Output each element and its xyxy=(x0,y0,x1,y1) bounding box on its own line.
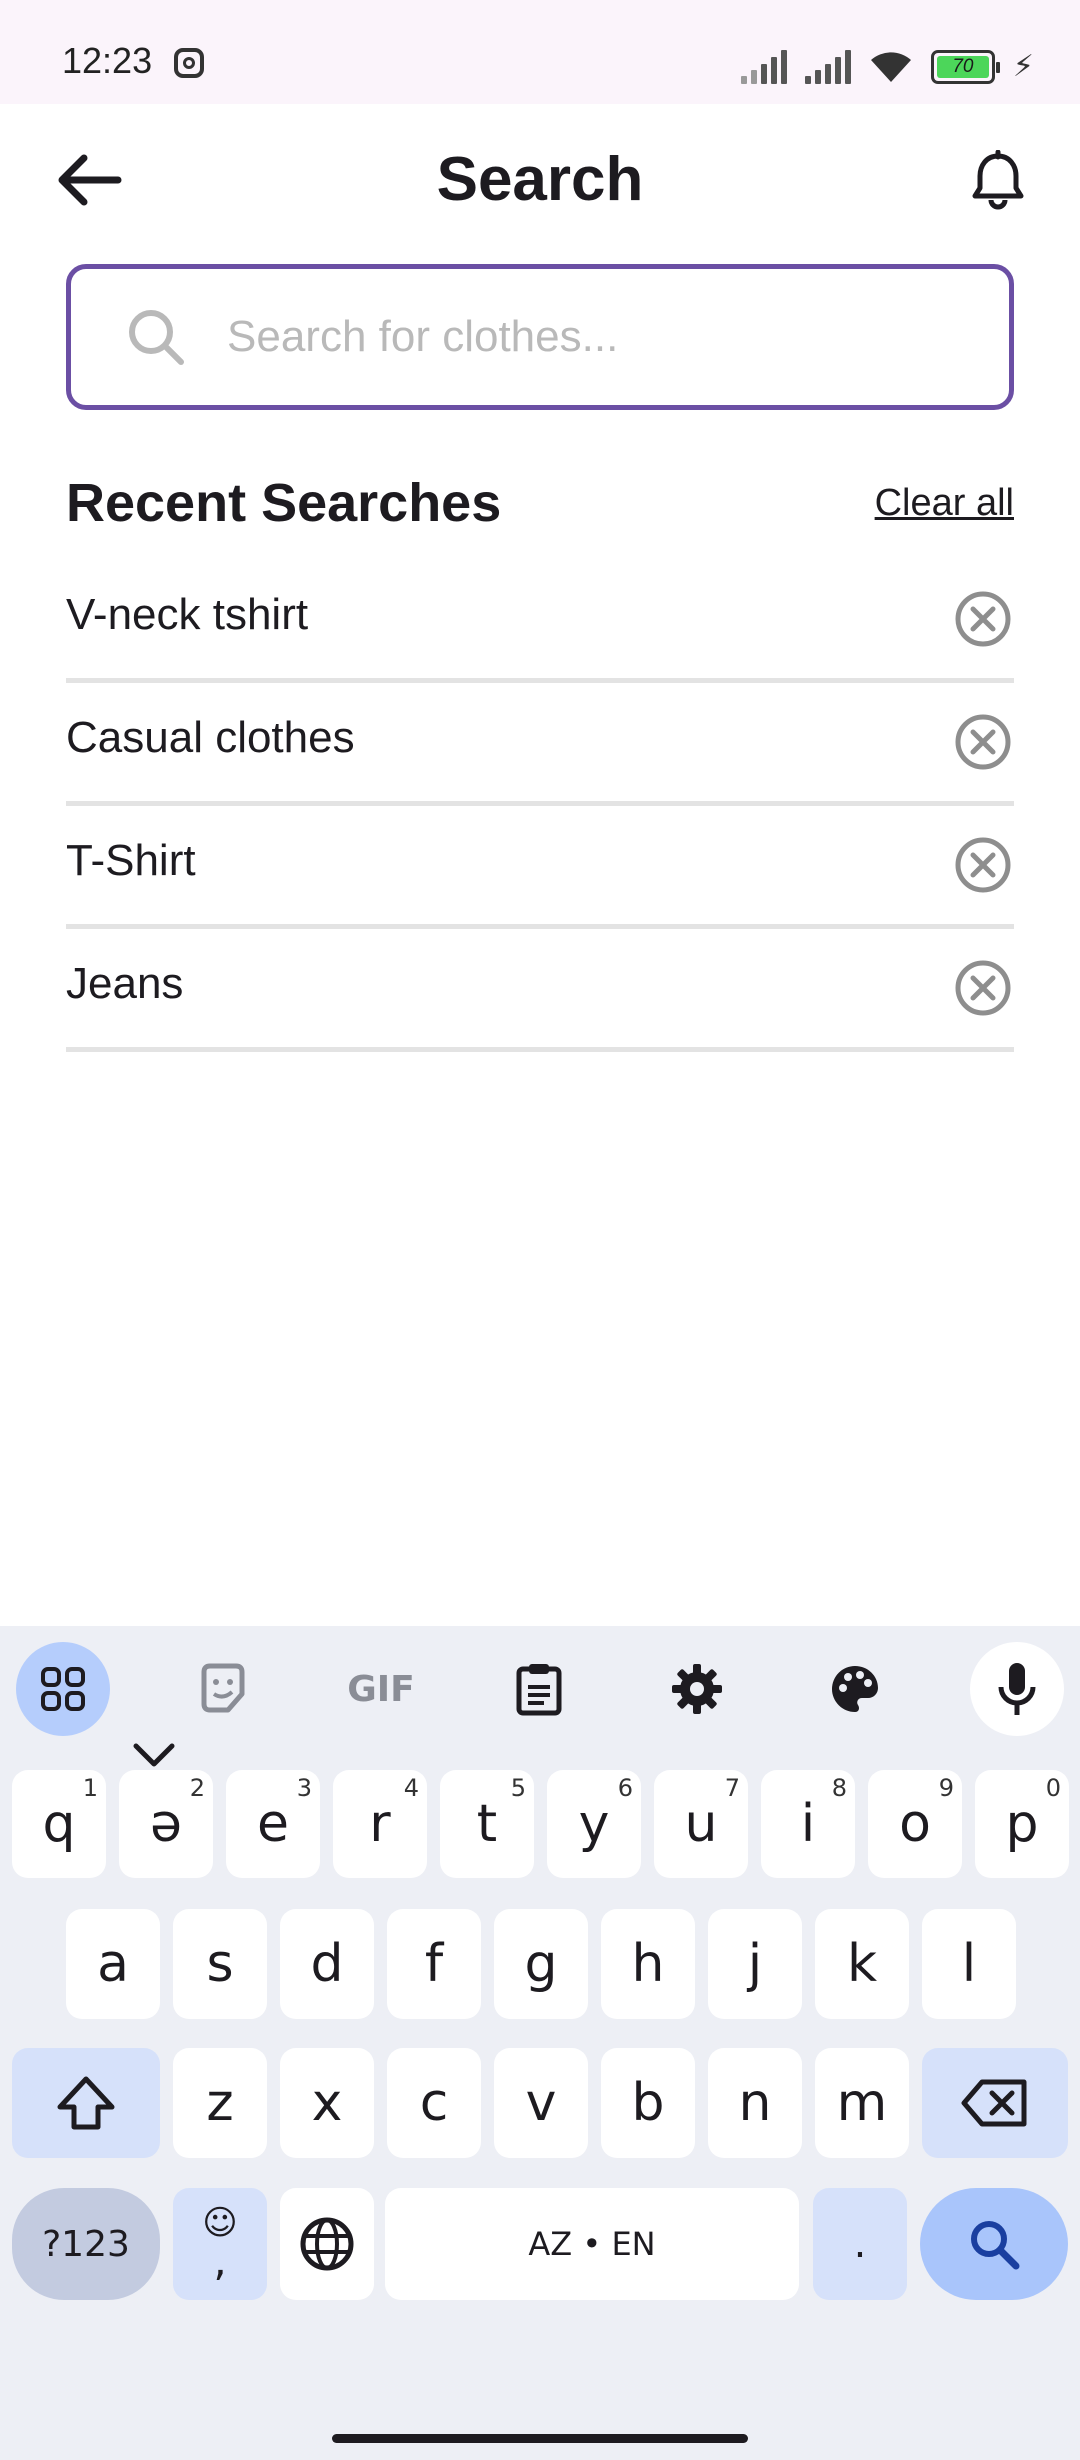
key-schwa[interactable]: ə2 xyxy=(119,1770,213,1878)
page-title: Search xyxy=(436,145,644,214)
palette-icon xyxy=(832,1666,878,1712)
theme-button[interactable] xyxy=(808,1642,902,1736)
sticker-icon xyxy=(201,1663,245,1713)
search-box[interactable] xyxy=(66,264,1014,410)
period-key[interactable]: . xyxy=(813,2188,907,2300)
wifi-icon xyxy=(870,52,911,82)
recent-search-label: Casual clothes xyxy=(66,713,355,762)
key-j[interactable]: j xyxy=(708,1909,802,2019)
backspace-icon xyxy=(961,2079,1027,2127)
navigation-gesture-handle[interactable] xyxy=(332,2434,748,2443)
status-bar: 12:23 70 ⚡ xyxy=(0,0,1080,104)
key-m[interactable]: m xyxy=(815,2048,909,2158)
key-l[interactable]: l xyxy=(922,1909,1016,2019)
clear-all-link[interactable]: Clear all xyxy=(875,482,1014,525)
status-icons: 70 ⚡ xyxy=(740,44,1034,84)
recent-search-item[interactable]: Casual clothes xyxy=(66,683,1014,806)
recent-search-item[interactable]: Jeans xyxy=(66,929,1014,1052)
app-header: Search xyxy=(0,104,1080,254)
smiley-icon: ☺ xyxy=(202,2203,238,2243)
gif-button[interactable]: GIF xyxy=(334,1642,428,1736)
recent-searches-list: V-neck tshirt Casual clothes T-Shirt Jea… xyxy=(66,560,1014,1052)
key-g[interactable]: g xyxy=(494,1909,588,2019)
remove-circle-x-icon[interactable] xyxy=(954,836,1012,894)
bell-icon xyxy=(972,150,1024,210)
clipboard-button[interactable] xyxy=(492,1642,586,1736)
microphone-icon xyxy=(998,1663,1036,1715)
recent-searches-title: Recent Searches xyxy=(66,473,502,533)
search-input[interactable] xyxy=(227,312,947,362)
clipboard-icon xyxy=(516,1664,562,1716)
settings-button[interactable] xyxy=(650,1642,744,1736)
gif-icon: GIF xyxy=(347,1668,415,1710)
remove-circle-x-icon[interactable] xyxy=(954,713,1012,771)
battery-level: 70 xyxy=(952,56,974,77)
space-key[interactable]: AZ • EN xyxy=(385,2188,799,2300)
key-o[interactable]: o9 xyxy=(868,1770,962,1878)
status-time: 12:23 xyxy=(62,40,153,81)
remove-circle-x-icon[interactable] xyxy=(954,590,1012,648)
keyboard-toolbar: GIF xyxy=(0,1626,1080,1756)
key-i[interactable]: i8 xyxy=(761,1770,855,1878)
key-k[interactable]: k xyxy=(815,1909,909,2019)
recent-searches-header: Recent Searches Clear all xyxy=(66,468,1014,538)
key-r[interactable]: r4 xyxy=(333,1770,427,1878)
symbols-key[interactable]: ?123 xyxy=(12,2188,160,2300)
language-switch-key[interactable] xyxy=(280,2188,374,2300)
remove-circle-x-icon[interactable] xyxy=(954,959,1012,1017)
key-p[interactable]: p0 xyxy=(975,1770,1069,1878)
shift-key[interactable] xyxy=(12,2048,160,2158)
key-u[interactable]: u7 xyxy=(654,1770,748,1878)
recent-search-item[interactable]: V-neck tshirt xyxy=(66,560,1014,683)
key-x[interactable]: x xyxy=(280,2048,374,2158)
charging-icon: ⚡ xyxy=(1012,50,1034,83)
search-action-key[interactable] xyxy=(920,2188,1068,2300)
apps-grid-icon xyxy=(41,1667,85,1711)
key-y[interactable]: y6 xyxy=(547,1770,641,1878)
key-d[interactable]: d xyxy=(280,1909,374,2019)
notifications-button[interactable] xyxy=(962,140,1034,220)
emoji-comma-key[interactable]: ☺ , xyxy=(173,2188,267,2300)
globe-icon xyxy=(300,2217,354,2271)
recent-search-label: T-Shirt xyxy=(66,836,196,885)
hide-keyboard-chevron-down-icon[interactable] xyxy=(132,1742,176,1770)
settings-gear-icon xyxy=(672,1664,722,1714)
key-q[interactable]: q1 xyxy=(12,1770,106,1878)
instagram-notification-icon xyxy=(174,48,204,78)
key-b[interactable]: b xyxy=(601,2048,695,2158)
key-f[interactable]: f xyxy=(387,1909,481,2019)
cellular-signal-1-icon xyxy=(740,50,787,84)
battery-icon: 70 xyxy=(930,50,1000,84)
key-h[interactable]: h xyxy=(601,1909,695,2019)
search-icon xyxy=(129,310,184,365)
key-t[interactable]: t5 xyxy=(440,1770,534,1878)
recent-search-label: V-neck tshirt xyxy=(66,590,309,639)
sticker-button[interactable] xyxy=(176,1642,270,1736)
cellular-signal-2-icon xyxy=(804,50,851,84)
key-v[interactable]: v xyxy=(494,2048,588,2158)
key-e[interactable]: e3 xyxy=(226,1770,320,1878)
comma-label: , xyxy=(213,2236,227,2285)
backspace-key[interactable] xyxy=(922,2048,1068,2158)
shift-arrow-icon xyxy=(57,2076,115,2130)
key-a[interactable]: a xyxy=(66,1909,160,2019)
voice-input-button[interactable] xyxy=(970,1642,1064,1736)
key-c[interactable]: c xyxy=(387,2048,481,2158)
recent-search-item[interactable]: T-Shirt xyxy=(66,806,1014,929)
apps-grid-button[interactable] xyxy=(16,1642,110,1736)
key-n[interactable]: n xyxy=(708,2048,802,2158)
recent-search-label: Jeans xyxy=(66,959,184,1008)
key-s[interactable]: s xyxy=(173,1909,267,2019)
search-icon xyxy=(971,2221,1020,2270)
key-z[interactable]: z xyxy=(173,2048,267,2158)
